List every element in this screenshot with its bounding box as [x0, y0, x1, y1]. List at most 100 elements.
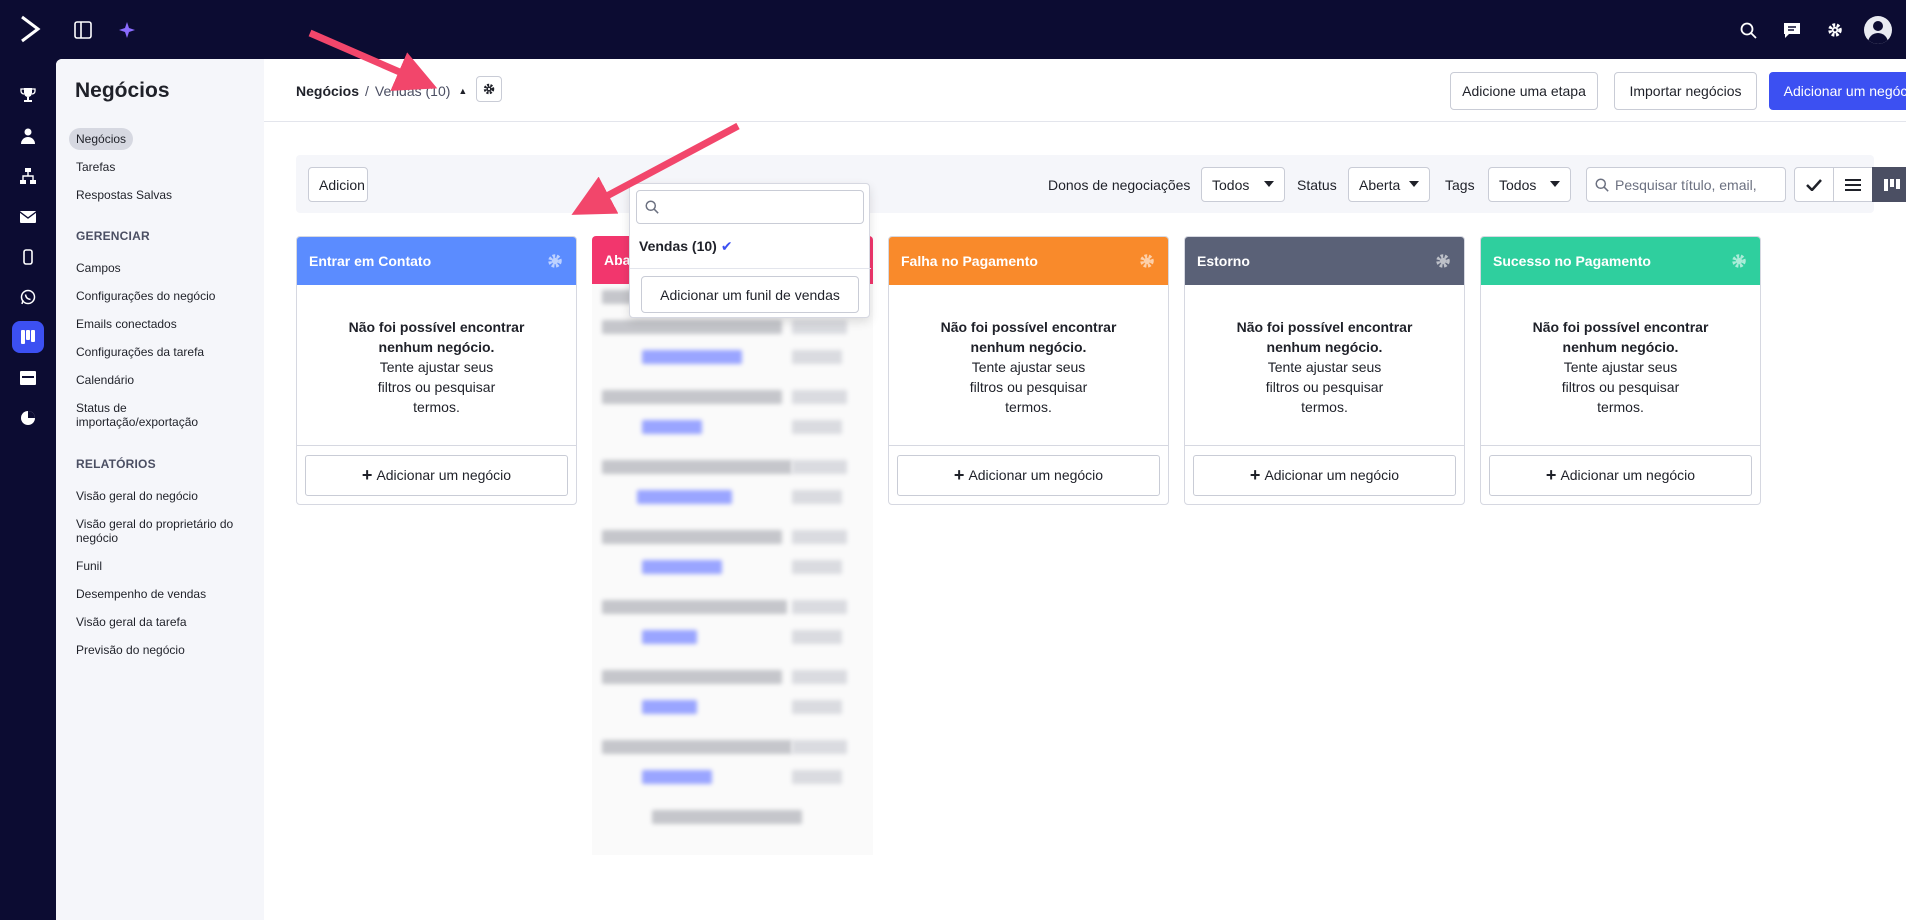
tags-select-value: Todos: [1499, 176, 1537, 193]
stage-header[interactable]: Entrar em Contato: [297, 237, 576, 285]
search-icon[interactable]: [1737, 19, 1759, 41]
stage-footer: + Adicionar um negócio: [889, 446, 1168, 504]
settings-gear-icon[interactable]: [1824, 19, 1846, 41]
blurred-card: [792, 770, 842, 784]
subnav-item-connected-emails[interactable]: Emails conectados: [69, 313, 184, 335]
owners-select-value: Todos: [1212, 176, 1250, 193]
add-pipeline-button[interactable]: Adicionar um funil de vendas: [641, 276, 859, 313]
email-icon[interactable]: [12, 201, 44, 233]
tags-select[interactable]: Todos: [1488, 167, 1571, 202]
subnav-item-task-settings[interactable]: Configurações da tarefa: [69, 341, 211, 363]
add-deal-to-stage-button[interactable]: + Adicionar um negócio: [1489, 454, 1752, 496]
subnav-item-fields[interactable]: Campos: [69, 257, 128, 279]
subnav-item-deal-overview[interactable]: Visão geral do negócio: [69, 485, 205, 507]
stage-gear-icon[interactable]: [546, 252, 564, 270]
pipeline-settings-button[interactable]: [476, 76, 502, 102]
subnav-item-deals[interactable]: Negócios: [69, 128, 134, 150]
subnav-item-task-overview[interactable]: Visão geral da tarefa: [69, 611, 194, 633]
breadcrumb: Negócios / Vendas (10) ▲: [296, 83, 467, 99]
mobile-icon[interactable]: [12, 241, 44, 273]
empty-state-title: Não foi possível encontrar nenhum negóci…: [1236, 319, 1413, 355]
stage-title: Sucesso no Pagamento: [1493, 253, 1651, 269]
deal-search-input[interactable]: [1615, 176, 1775, 193]
reports-pie-icon[interactable]: [12, 402, 44, 434]
owners-select[interactable]: Todos: [1201, 167, 1285, 202]
view-tasks-toggle[interactable]: [1794, 167, 1834, 202]
subnav-item-owner-overview[interactable]: Visão geral do proprietário do negócio: [69, 513, 249, 549]
blurred-card: [637, 490, 732, 504]
gear-icon: [483, 83, 495, 95]
stage-footer: + Adicionar um negócio: [1481, 446, 1760, 504]
subnav-item-funnel[interactable]: Funil: [69, 555, 109, 577]
stage-gear-icon[interactable]: [1138, 252, 1156, 270]
add-deal-to-stage-button[interactable]: + Adicionar um negócio: [1193, 454, 1456, 496]
stage-header[interactable]: Sucesso no Pagamento: [1481, 237, 1760, 285]
stage-gear-icon[interactable]: [1730, 252, 1748, 270]
subnav-item-import-export[interactable]: Status de importação/exportação: [69, 397, 239, 433]
plus-icon: +: [1249, 464, 1261, 485]
deals-main: Negócios / Vendas (10) ▲ Adicione uma et…: [264, 59, 1906, 920]
stage-header[interactable]: Falha no Pagamento: [889, 237, 1168, 285]
owners-label: Donos de negociações: [1048, 177, 1191, 193]
add-deal-to-stage-label: Adicionar um negócio: [1264, 467, 1400, 483]
blurred-card: [792, 600, 847, 614]
deal-search-box[interactable]: [1586, 167, 1786, 202]
contacts-icon[interactable]: [12, 120, 44, 152]
subnav-item-calendar[interactable]: Calendário: [69, 369, 141, 391]
status-select[interactable]: Aberta: [1348, 167, 1430, 202]
stage-column-chargeback: Estorno Não foi possível encontrar nenhu…: [1184, 236, 1465, 505]
ai-sparkle-icon[interactable]: [116, 19, 138, 41]
page-header: Negócios / Vendas (10) ▲ Adicione uma et…: [264, 59, 1906, 122]
plus-icon: +: [361, 464, 373, 485]
stage-header[interactable]: Estorno: [1185, 237, 1464, 285]
breadcrumb-separator: /: [365, 83, 369, 99]
blurred-card: [642, 630, 697, 644]
blurred-card: [792, 350, 842, 364]
status-select-value: Aberta: [1359, 176, 1401, 193]
subnav-item-saved-replies[interactable]: Respostas Salvas: [69, 184, 179, 206]
empty-state: Não foi possível encontrar nenhum negóci…: [297, 285, 576, 446]
add-filter-button[interactable]: Adicion: [308, 167, 368, 202]
user-avatar[interactable]: [1864, 16, 1892, 44]
trophy-icon[interactable]: [12, 79, 44, 111]
whatsapp-icon[interactable]: [12, 281, 44, 313]
chat-icon[interactable]: [1781, 19, 1803, 41]
app-rail: [0, 59, 56, 920]
blurred-card: [792, 700, 842, 714]
blurred-card: [642, 420, 702, 434]
pipeline-search-box[interactable]: [636, 190, 864, 224]
empty-state-hint: Tente ajustar seus filtros ou pesquisar …: [1265, 359, 1384, 415]
subnav-item-tasks[interactable]: Tarefas: [69, 156, 122, 178]
automations-icon[interactable]: [12, 160, 44, 192]
stage-column-payment-success: Sucesso no Pagamento Não foi possível en…: [1480, 236, 1761, 505]
blurred-card: [642, 700, 697, 714]
breadcrumb-root[interactable]: Negócios: [296, 83, 359, 99]
app-logo-icon[interactable]: [18, 14, 42, 44]
sidebar-toggle-icon[interactable]: [72, 19, 94, 41]
manage-heading: GERENCIAR: [76, 229, 150, 243]
stage-gear-icon[interactable]: [1434, 252, 1452, 270]
subnav-item-deal-settings[interactable]: Configurações do negócio: [69, 285, 222, 307]
add-stage-button[interactable]: Adicione uma etapa: [1450, 72, 1598, 110]
view-board-toggle[interactable]: [1872, 167, 1906, 202]
blurred-card: [792, 490, 842, 504]
view-list-toggle[interactable]: [1833, 167, 1873, 202]
caret-up-icon[interactable]: ▲: [458, 86, 467, 96]
subnav-item-sales-performance[interactable]: Desempenho de vendas: [69, 583, 213, 605]
subnav-item-deal-forecast[interactable]: Previsão do negócio: [69, 639, 192, 661]
pipeline-selector[interactable]: Vendas (10): [375, 83, 451, 99]
stage-column-abandon: Abandono: [592, 236, 873, 858]
blurred-card: [642, 770, 712, 784]
add-deal-to-stage-button[interactable]: + Adicionar um negócio: [305, 454, 568, 496]
pipeline-option-label: Vendas (10): [639, 238, 717, 254]
add-deal-button[interactable]: Adicionar um negócio: [1769, 72, 1906, 110]
blurred-card: [792, 530, 847, 544]
pages-icon[interactable]: [12, 362, 44, 394]
deals-board-icon[interactable]: [12, 321, 44, 353]
add-deal-to-stage-button[interactable]: + Adicionar um negócio: [897, 454, 1160, 496]
plus-icon: +: [953, 464, 965, 485]
pipeline-search-input[interactable]: [665, 199, 855, 215]
empty-state-title: Não foi possível encontrar nenhum negóci…: [940, 319, 1117, 355]
import-deals-button[interactable]: Importar negócios: [1614, 72, 1757, 110]
pipeline-option[interactable]: Vendas (10) ✔: [639, 238, 733, 255]
